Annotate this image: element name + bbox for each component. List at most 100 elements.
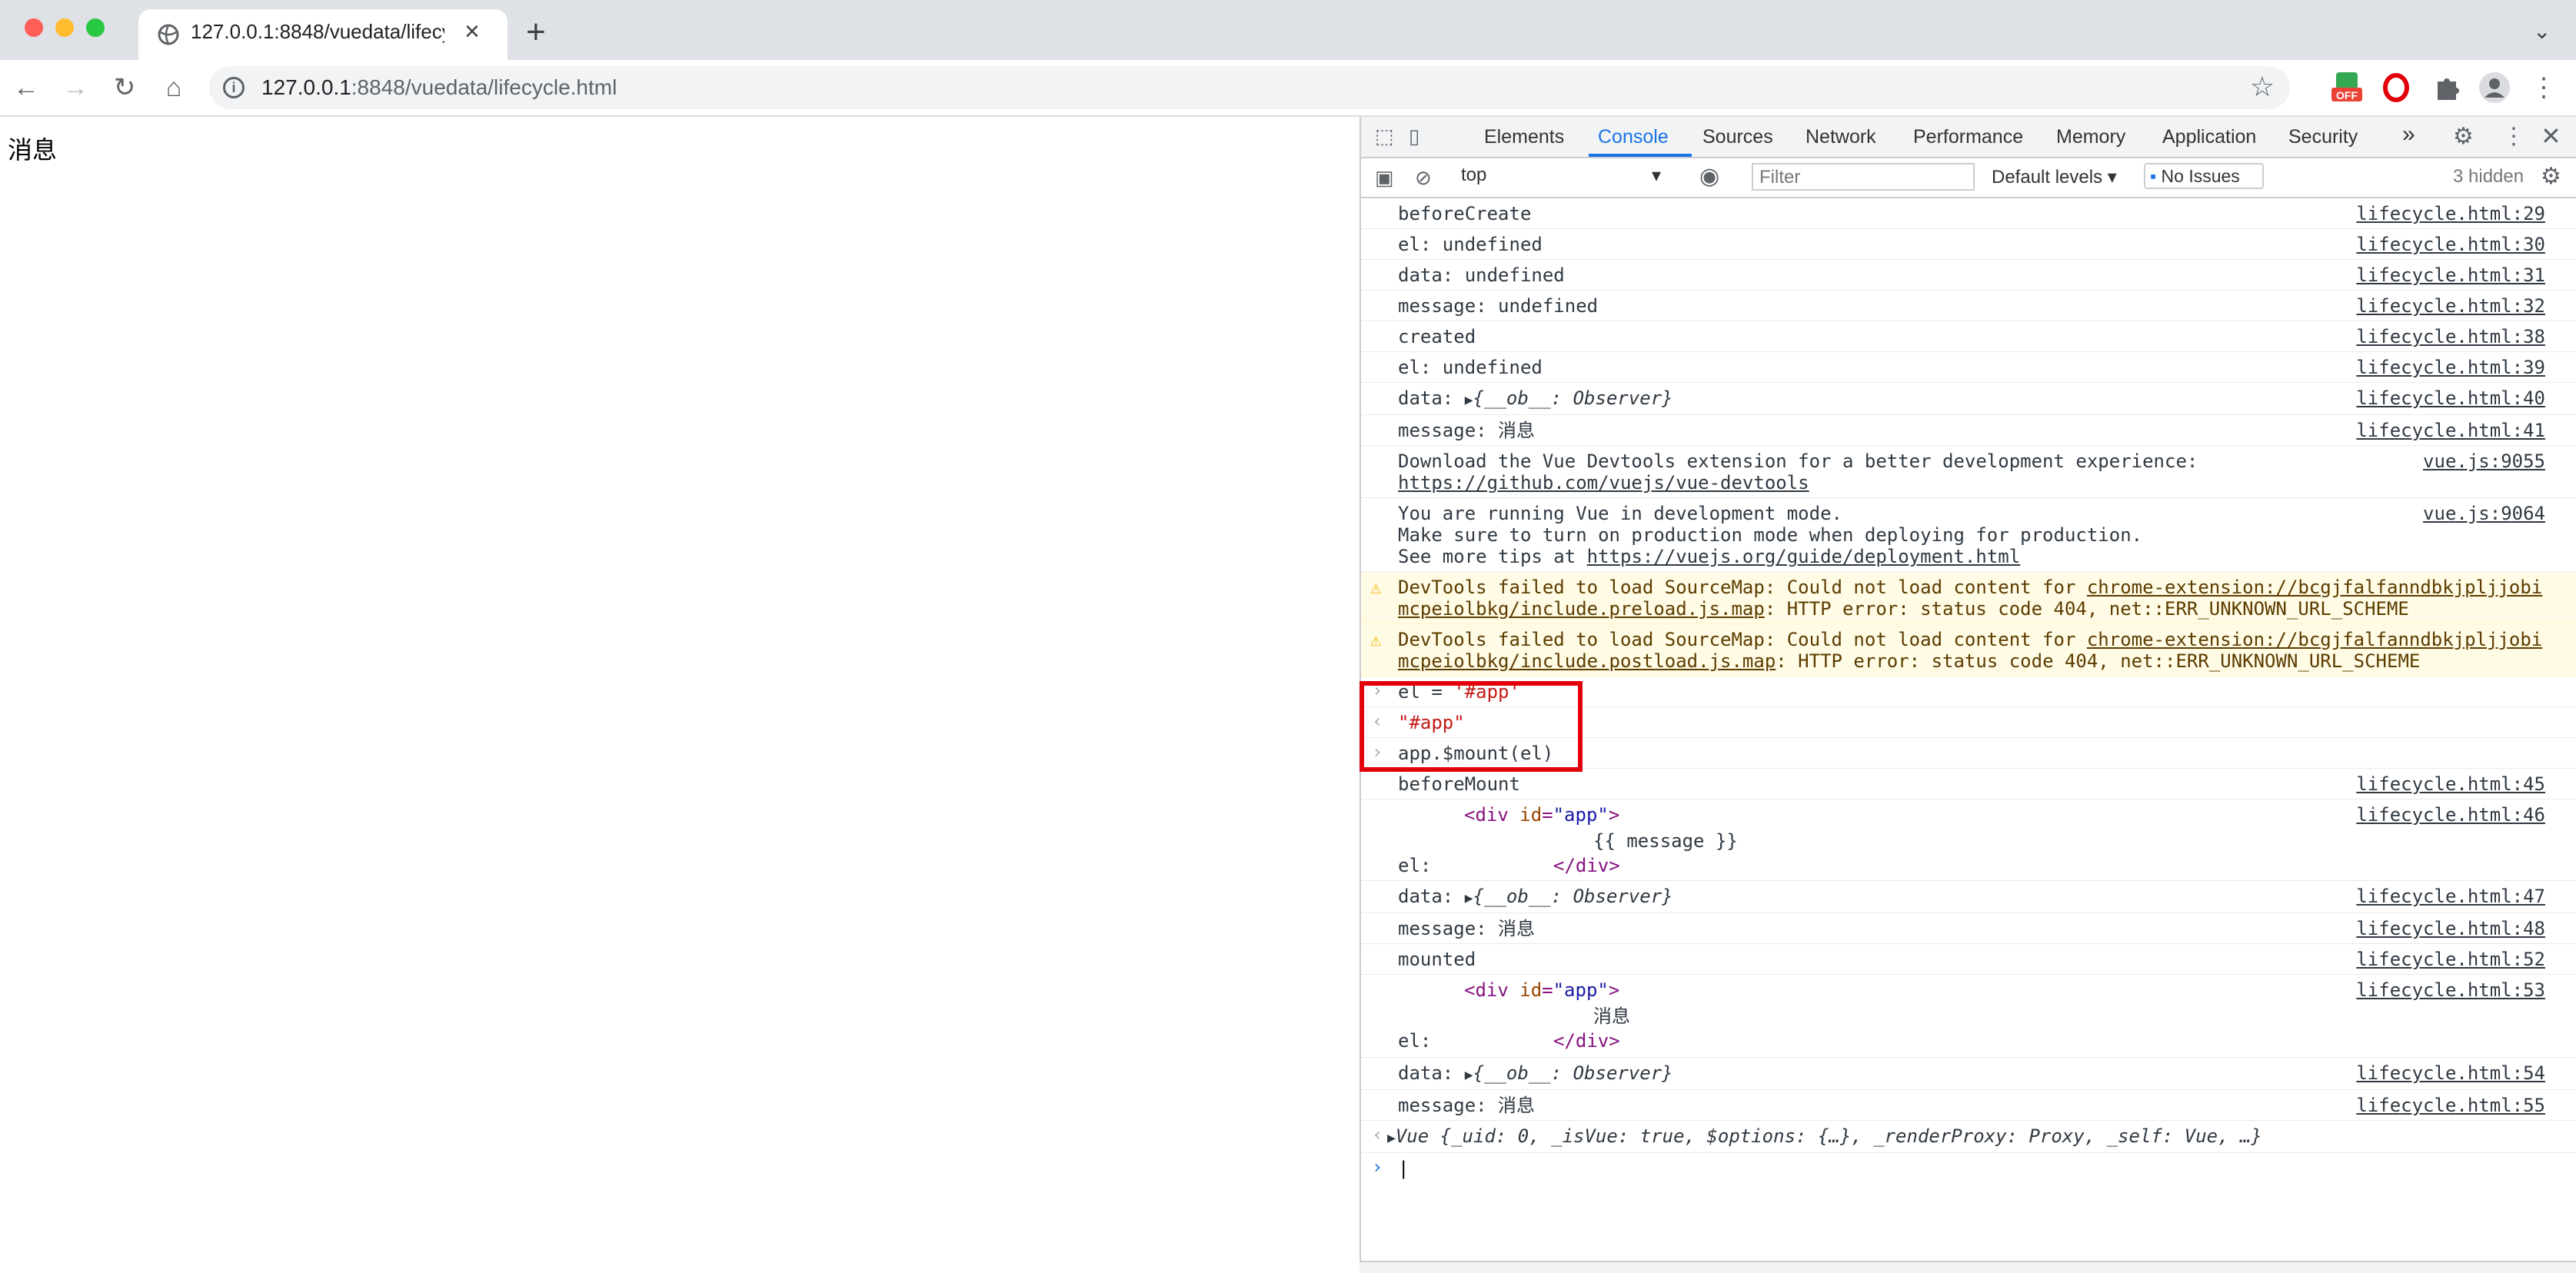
deployment-link[interactable]: https://vuejs.org/guide/deployment.html: [1587, 546, 2021, 567]
live-expression-eye-icon[interactable]: ◉: [1699, 163, 1719, 190]
console-row: Download the Vue Devtools extension for …: [1361, 446, 2576, 498]
source-link[interactable]: lifecycle.html:47: [2356, 886, 2545, 907]
sourcemap-link[interactable]: chrome-extension://bcgjfalfanndbkjpljjob…: [2087, 577, 2542, 598]
source-link[interactable]: vue.js:9064: [2423, 503, 2545, 524]
console-row: el: undefined lifecycle.html:39: [1361, 352, 2576, 383]
source-link[interactable]: lifecycle.html:46: [2356, 804, 2545, 826]
console-prompt-row[interactable]: › |: [1361, 1153, 2576, 1184]
source-link[interactable]: lifecycle.html:40: [2356, 387, 2545, 409]
object-preview[interactable]: {__ob__: Observer}: [1473, 387, 1673, 409]
devtools-link[interactable]: https://github.com/vuejs/vue-devtools: [1398, 472, 1809, 494]
console-row: beforeCreate lifecycle.html:29: [1361, 198, 2576, 229]
source-link[interactable]: lifecycle.html:31: [2356, 264, 2545, 286]
devtools-tabbar: ⬚ ▯ Elements Console Sources Network Per…: [1361, 117, 2576, 158]
dom-node-open[interactable]: <div id="app">: [1464, 804, 1619, 826]
source-link[interactable]: lifecycle.html:39: [2356, 357, 2545, 378]
context-dropdown-icon: ▾: [1651, 165, 1661, 186]
context-select[interactable]: top ▾: [1461, 165, 1669, 189]
console-settings-gear-icon[interactable]: ⚙: [2541, 163, 2561, 190]
source-link[interactable]: lifecycle.html:48: [2356, 918, 2545, 939]
maximize-window-button[interactable]: [86, 18, 105, 37]
profile-avatar-icon[interactable]: [2478, 71, 2511, 105]
source-link[interactable]: lifecycle.html:52: [2356, 949, 2545, 970]
sourcemap-link[interactable]: chrome-extension://bcgjfalfanndbkjpljjob…: [2087, 629, 2542, 650]
close-tab-icon[interactable]: ×: [464, 18, 480, 45]
bookmark-star-icon[interactable]: ☆: [2250, 71, 2275, 103]
sidebar-toggle-icon[interactable]: ▣: [1375, 166, 1394, 190]
new-tab-button[interactable]: +: [526, 15, 546, 49]
expand-triangle-icon[interactable]: ▶: [1387, 1130, 1396, 1146]
extension-off-icon[interactable]: OFF: [2330, 71, 2364, 105]
tab-search-icon[interactable]: ⌄: [2533, 18, 2551, 44]
inspect-element-icon[interactable]: ⬚: [1375, 125, 1394, 148]
dom-node-close[interactable]: </div>: [1553, 1030, 1620, 1052]
console-row: data: ▶{__ob__: Observer} lifecycle.html:…: [1361, 881, 2576, 913]
object-preview[interactable]: {__ob__: Observer}: [1473, 1062, 1673, 1084]
source-link[interactable]: lifecycle.html:54: [2356, 1062, 2545, 1084]
source-link[interactable]: lifecycle.html:55: [2356, 1095, 2545, 1116]
console-input-caret[interactable]: |: [1398, 1158, 1409, 1179]
tab-application[interactable]: Application: [2162, 126, 2256, 148]
home-icon[interactable]: ⌂: [160, 74, 188, 101]
dom-node-open[interactable]: <div id="app">: [1464, 979, 1619, 1001]
device-toolbar-icon[interactable]: ▯: [1409, 125, 1419, 148]
object-preview[interactable]: {__ob__: Observer}: [1473, 886, 1673, 907]
tab-security[interactable]: Security: [2288, 126, 2358, 148]
hidden-count: 3 hidden: [2453, 166, 2524, 187]
expand-triangle-icon[interactable]: ▶: [1465, 1067, 1473, 1083]
page-message: 消息: [8, 136, 58, 164]
browser-tab[interactable]: 127.0.0.1:8848/vuedata/lifecycle.html ×: [138, 9, 508, 60]
expand-triangle-icon[interactable]: ▶: [1465, 890, 1473, 906]
site-info-icon[interactable]: i: [223, 77, 245, 98]
tab-memory[interactable]: Memory: [2056, 126, 2125, 148]
tab-performance[interactable]: Performance: [1913, 126, 2023, 148]
source-link[interactable]: lifecycle.html:41: [2356, 420, 2545, 441]
issues-button[interactable]: ▪ No Issues: [2144, 163, 2264, 189]
page-content: 消息: [0, 117, 1358, 1271]
source-link[interactable]: lifecycle.html:45: [2356, 773, 2545, 795]
url-text[interactable]: 127.0.0.1:8848/vuedata/lifecycle.html: [261, 75, 617, 100]
warning-icon: ⚠: [1370, 577, 1382, 598]
source-link[interactable]: lifecycle.html:29: [2356, 203, 2545, 224]
more-tabs-icon[interactable]: »: [2402, 121, 2415, 148]
devtools-menu-icon[interactable]: ⋮: [2502, 123, 2525, 150]
sourcemap-link[interactable]: mcpeiolbkg/include.preload.js.map: [1398, 598, 1765, 620]
back-arrow-icon[interactable]: ←: [12, 74, 40, 101]
console-row: data: ▶{__ob__: Observer} lifecycle.html:…: [1361, 383, 2576, 415]
log-levels-select[interactable]: Default levels ▾: [1992, 166, 2117, 188]
tab-sources[interactable]: Sources: [1702, 126, 1773, 148]
forward-arrow-icon[interactable]: →: [62, 74, 89, 101]
issues-icon: ▪: [2150, 166, 2157, 186]
browser-menu-icon[interactable]: ⋮: [2530, 74, 2558, 101]
sourcemap-link[interactable]: mcpeiolbkg/include.postload.js.map: [1398, 650, 1776, 672]
close-window-button[interactable]: [25, 18, 43, 37]
filter-input[interactable]: Filter: [1752, 163, 1975, 191]
opera-extension-icon[interactable]: [2379, 71, 2413, 105]
clear-console-icon[interactable]: ⊘: [1415, 166, 1432, 190]
address-bar[interactable]: i 127.0.0.1:8848/vuedata/lifecycle.html …: [209, 66, 2290, 109]
console-row: beforeMount lifecycle.html:45: [1361, 769, 2576, 799]
highlight-box: [1360, 681, 1583, 772]
minimize-window-button[interactable]: [55, 18, 74, 37]
reload-icon[interactable]: ↻: [111, 74, 138, 101]
source-link[interactable]: vue.js:9055: [2423, 450, 2545, 472]
console-row: el: <div id="app"> {{ message }} </div> …: [1361, 799, 2576, 881]
dom-node-close[interactable]: </div>: [1553, 855, 1620, 876]
svg-text:OFF: OFF: [2336, 89, 2358, 101]
console-row: el: <div id="app"> 消息 </div> lifecycle.h…: [1361, 975, 2576, 1058]
extensions-puzzle-icon[interactable]: [2430, 71, 2464, 105]
tab-elements[interactable]: Elements: [1484, 126, 1564, 148]
source-link[interactable]: lifecycle.html:38: [2356, 326, 2545, 347]
expand-triangle-icon[interactable]: ▶: [1465, 392, 1473, 408]
close-devtools-icon[interactable]: ✕: [2541, 121, 2561, 151]
vue-instance-preview[interactable]: Vue {_uid: 0, _isVue: true, $options: {……: [1396, 1125, 2262, 1147]
tab-console[interactable]: Console: [1598, 126, 1669, 148]
source-link[interactable]: lifecycle.html:53: [2356, 979, 2545, 1001]
source-link[interactable]: lifecycle.html:32: [2356, 295, 2545, 317]
tab-network[interactable]: Network: [1806, 126, 1876, 148]
source-link[interactable]: lifecycle.html:30: [2356, 234, 2545, 255]
settings-gear-icon[interactable]: ⚙: [2453, 123, 2474, 150]
warning-icon: ⚠: [1370, 629, 1382, 650]
console-row: message: 消息 lifecycle.html:55: [1361, 1090, 2576, 1121]
console-row: message: 消息 lifecycle.html:41: [1361, 415, 2576, 446]
